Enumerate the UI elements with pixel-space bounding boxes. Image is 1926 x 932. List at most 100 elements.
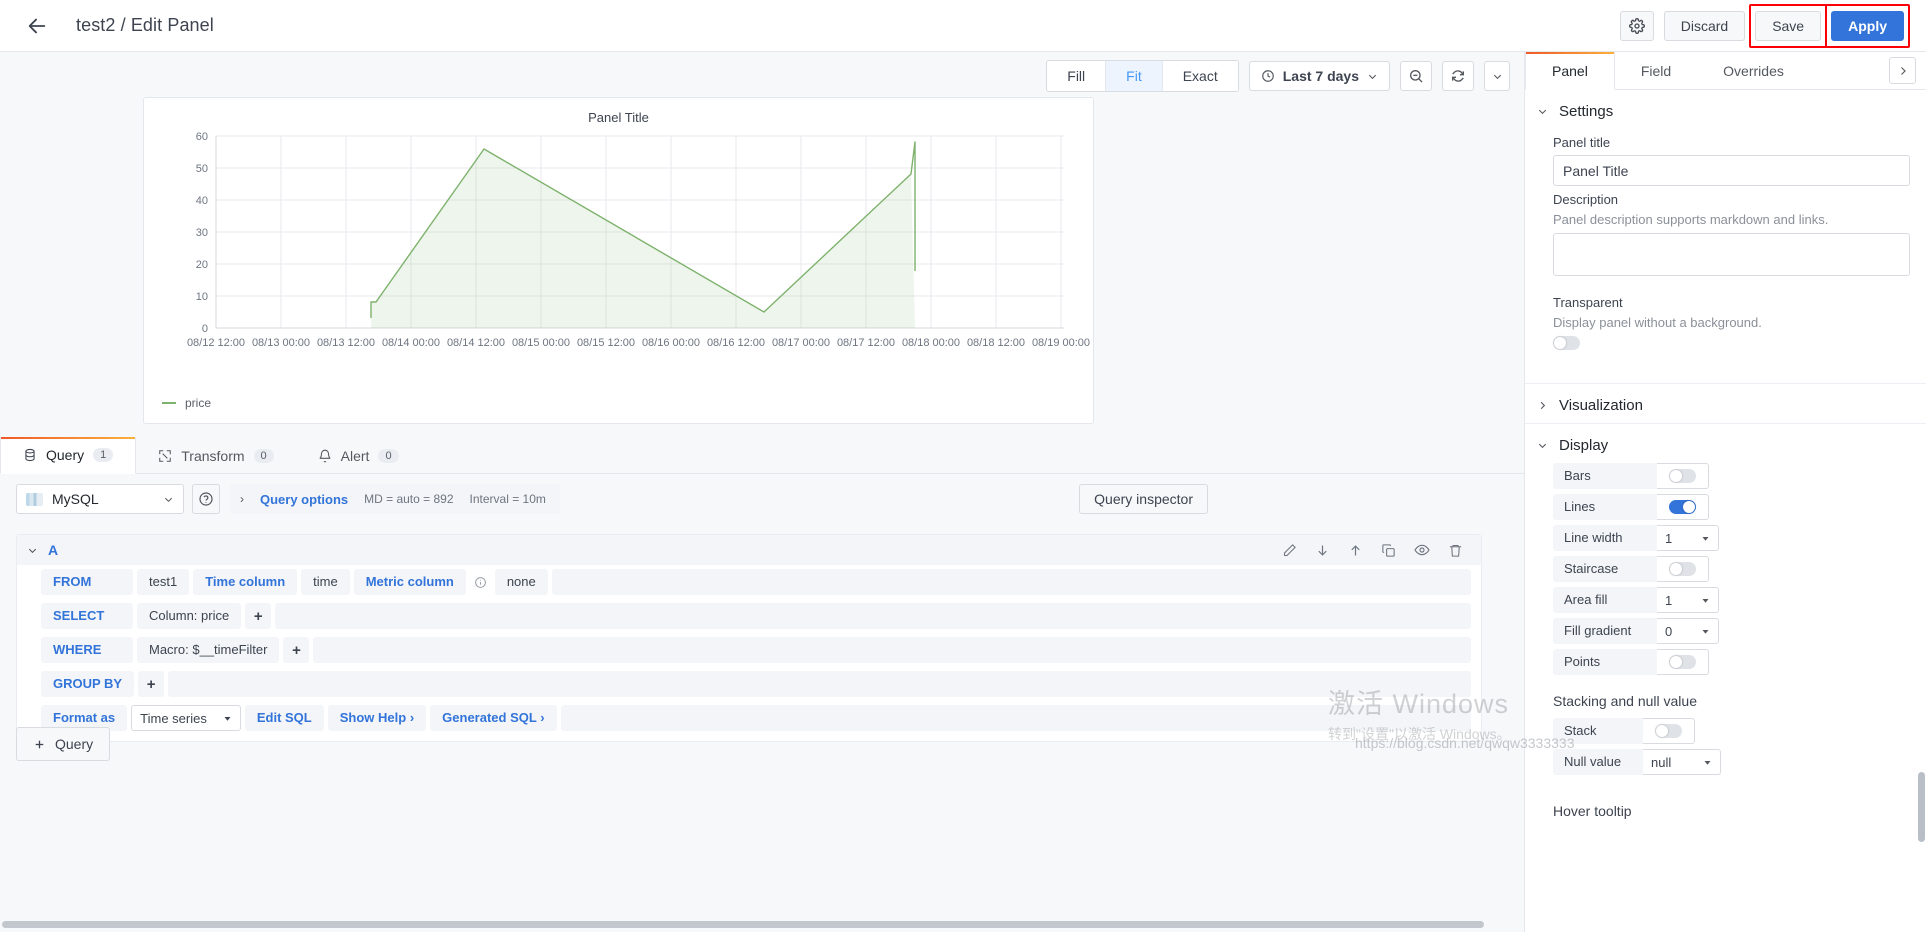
show-help-button[interactable]: Show Help › xyxy=(327,705,427,731)
points-toggle[interactable] xyxy=(1669,655,1696,669)
chevron-down-icon xyxy=(164,497,173,502)
svg-text:08/15 12:00: 08/15 12:00 xyxy=(577,337,635,349)
chart-legend[interactable]: price xyxy=(162,396,211,410)
panel-options-pane: Panel Field Overrides Settings Panel tit… xyxy=(1524,52,1926,932)
size-option-fill[interactable]: Fill xyxy=(1047,61,1107,91)
tab-overrides[interactable]: Overrides xyxy=(1697,52,1810,89)
discard-button[interactable]: Discard xyxy=(1663,10,1746,41)
tab-field[interactable]: Field xyxy=(1615,52,1697,89)
panel-preview-title: Panel Title xyxy=(588,110,649,125)
panel-settings-button[interactable] xyxy=(1619,10,1654,41)
chevron-down-icon xyxy=(224,716,231,721)
datasource-name: MySQL xyxy=(52,491,99,507)
move-up-icon[interactable] xyxy=(1348,543,1363,558)
visualization-toolbar: Fill Fit Exact Last 7 days xyxy=(1046,60,1510,92)
area-fill-select[interactable]: 1 xyxy=(1657,587,1719,613)
datasource-help-button[interactable] xyxy=(192,484,220,514)
section-header-settings[interactable]: Settings xyxy=(1525,90,1926,129)
lines-toggle[interactable] xyxy=(1669,500,1696,514)
fill-gradient-select[interactable]: 0 xyxy=(1657,618,1719,644)
select-row-filler xyxy=(275,603,1471,629)
tab-query[interactable]: Query 1 xyxy=(0,437,137,474)
hide-query-icon[interactable] xyxy=(1414,542,1430,558)
tab-transform[interactable]: Transform 0 xyxy=(136,437,295,474)
add-select-column-button[interactable]: + xyxy=(245,603,272,629)
option-row-line-width: Line width 1 xyxy=(1553,525,1910,551)
option-control-stack xyxy=(1643,718,1695,744)
zoom-out-time-button[interactable] xyxy=(1400,61,1432,91)
from-table-value[interactable]: test1 xyxy=(137,569,190,595)
expand-options-pane-button[interactable] xyxy=(1889,57,1916,84)
section-header-display[interactable]: Display xyxy=(1525,423,1926,463)
metric-column-label[interactable]: Metric column xyxy=(353,569,466,595)
svg-text:08/16 00:00: 08/16 00:00 xyxy=(642,337,700,349)
metric-column-value[interactable]: none xyxy=(494,569,548,595)
staircase-toggle[interactable] xyxy=(1669,562,1696,576)
gear-icon xyxy=(1628,17,1645,34)
panel-preview-card[interactable]: Panel Title 60 50 40 30 20 10 0 08/12 12… xyxy=(143,97,1094,424)
where-macro-value[interactable]: Macro: $__timeFilter xyxy=(137,637,280,663)
add-group-by-button[interactable]: + xyxy=(138,671,165,697)
transparent-hint: Display panel without a background. xyxy=(1553,315,1762,330)
svg-text:08/16 12:00: 08/16 12:00 xyxy=(707,337,765,349)
svg-text:08/13 12:00: 08/13 12:00 xyxy=(317,337,375,349)
options-pane-scrollbar[interactable] xyxy=(1918,772,1925,842)
info-circle-icon[interactable] xyxy=(474,576,487,589)
time-column-value[interactable]: time xyxy=(301,569,350,595)
query-ref-id: A xyxy=(48,542,59,558)
option-control-lines xyxy=(1657,494,1709,520)
null-value-value: null xyxy=(1651,754,1672,770)
tab-alert[interactable]: Alert 0 xyxy=(296,437,421,474)
query-options-bar[interactable]: › Query options MD = auto = 892 Interval… xyxy=(230,484,560,514)
transparent-toggle[interactable] xyxy=(1553,336,1580,350)
size-option-exact[interactable]: Exact xyxy=(1162,61,1238,91)
move-down-icon[interactable] xyxy=(1315,543,1330,558)
section-header-visualization[interactable]: Visualization xyxy=(1525,383,1926,423)
line-width-select[interactable]: 1 xyxy=(1657,525,1719,551)
time-column-label[interactable]: Time column xyxy=(193,569,298,595)
generated-sql-button[interactable]: Generated SQL › xyxy=(430,705,557,731)
time-series-chart[interactable]: 60 50 40 30 20 10 0 08/12 12:00 08/13 00… xyxy=(144,128,1095,378)
from-label[interactable]: FROM xyxy=(41,569,133,595)
format-as-select[interactable]: Time series xyxy=(131,705,241,731)
edit-query-icon[interactable] xyxy=(1282,543,1297,558)
null-value-select[interactable]: null xyxy=(1643,749,1721,775)
refresh-interval-dropdown[interactable] xyxy=(1484,61,1510,91)
plus-icon xyxy=(35,740,44,748)
svg-text:60: 60 xyxy=(196,131,208,143)
stack-toggle[interactable] xyxy=(1655,724,1682,738)
size-option-fit[interactable]: Fit xyxy=(1106,61,1163,91)
add-where-clause-button[interactable]: + xyxy=(283,637,310,663)
group-by-label[interactable]: GROUP BY xyxy=(41,671,135,697)
add-query-button[interactable]: Query xyxy=(16,727,111,761)
panel-title-input[interactable] xyxy=(1553,155,1910,186)
select-label[interactable]: SELECT xyxy=(41,603,133,629)
apply-button[interactable]: Apply xyxy=(1831,10,1904,41)
save-button[interactable]: Save xyxy=(1755,10,1822,41)
chevron-down-icon[interactable] xyxy=(27,545,38,556)
tab-alert-count: 0 xyxy=(378,448,399,463)
query-pane-horizontal-scrollbar[interactable] xyxy=(2,921,1484,928)
refresh-dashboard-button[interactable] xyxy=(1442,61,1474,91)
bars-toggle[interactable] xyxy=(1669,469,1696,483)
where-label[interactable]: WHERE xyxy=(41,637,133,663)
option-label-staircase: Staircase xyxy=(1553,556,1657,582)
query-options-label[interactable]: Query options xyxy=(260,492,348,507)
query-inspector-button[interactable]: Query inspector xyxy=(1079,484,1208,514)
select-column-value[interactable]: Column: price xyxy=(137,603,242,629)
delete-query-icon[interactable] xyxy=(1448,543,1463,558)
time-range-picker[interactable]: Last 7 days xyxy=(1248,61,1390,91)
chart-svg: 60 50 40 30 20 10 0 08/12 12:00 08/13 00… xyxy=(187,131,1090,349)
description-textarea[interactable] xyxy=(1553,233,1910,276)
duplicate-query-icon[interactable] xyxy=(1381,543,1396,558)
option-control-staircase xyxy=(1657,556,1709,582)
option-label-stack: Stack xyxy=(1553,718,1643,744)
datasource-picker[interactable]: MySQL xyxy=(16,484,184,514)
svg-text:08/13 00:00: 08/13 00:00 xyxy=(252,337,310,349)
option-row-points: Points xyxy=(1553,649,1910,675)
tab-panel[interactable]: Panel xyxy=(1525,52,1615,90)
edit-sql-button[interactable]: Edit SQL xyxy=(244,705,324,731)
back-button[interactable] xyxy=(20,9,54,43)
show-help-label: Show Help xyxy=(339,710,407,725)
svg-text:08/18 12:00: 08/18 12:00 xyxy=(967,337,1025,349)
